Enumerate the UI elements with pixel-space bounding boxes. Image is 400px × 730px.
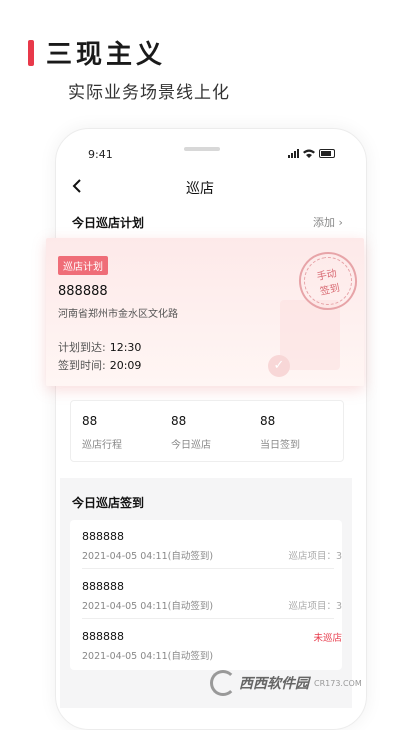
signal-icon bbox=[288, 149, 299, 158]
arrival-label: 计划到达: bbox=[58, 341, 106, 354]
signin-row-name[interactable]: 888888 bbox=[82, 530, 124, 543]
watermark-text: 西西软件园 bbox=[239, 676, 309, 692]
stat-signin-label: 当日签到 bbox=[260, 440, 300, 451]
signin-row-status: 巡店项目：3 bbox=[288, 551, 342, 562]
stat-today-value: 88 bbox=[171, 414, 187, 428]
signin-row-date: 2021-04-05 04:11(自动签到) bbox=[82, 651, 214, 662]
status-time: 9:41 bbox=[88, 148, 113, 161]
divider bbox=[82, 618, 334, 619]
promo-subtitle: 实际业务场景线上化 bbox=[68, 83, 230, 103]
signin-time: 20:09 bbox=[109, 359, 142, 372]
signin-row-name[interactable]: 888888 bbox=[82, 630, 124, 643]
signin-row-status: 巡店项目：3 bbox=[288, 601, 342, 612]
stat-signin-value: 88 bbox=[260, 414, 276, 428]
signin-row-name[interactable]: 888888 bbox=[82, 580, 124, 593]
stat-today-label: 今日巡店 bbox=[171, 440, 211, 451]
document-decoration bbox=[280, 300, 340, 370]
signin-label: 签到时间: bbox=[58, 359, 106, 372]
watermark-icon bbox=[210, 670, 236, 696]
stat-trips-value: 88 bbox=[82, 414, 98, 428]
phone-notch bbox=[184, 147, 220, 151]
add-plan-button[interactable]: 添加 › bbox=[313, 214, 343, 230]
divider bbox=[82, 568, 334, 569]
signin-section-title: 今日巡店签到 bbox=[72, 496, 145, 510]
stats-panel bbox=[70, 400, 344, 462]
plan-tag-badge: 巡店计划 bbox=[58, 256, 108, 275]
plan-arrival-row: 计划到达: 12:30 bbox=[58, 339, 141, 355]
signin-row-date: 2021-04-05 04:11(自动签到) bbox=[82, 551, 214, 562]
arrival-time: 12:30 bbox=[109, 341, 142, 354]
status-icons bbox=[288, 149, 335, 158]
promo-title: 三现主义 bbox=[46, 40, 167, 70]
wifi-icon bbox=[303, 149, 315, 158]
watermark-logo: 西西软件园 CR173.COM bbox=[210, 670, 362, 696]
plan-section-title: 今日巡店计划 bbox=[72, 216, 145, 230]
watermark-url: CR173.COM bbox=[314, 678, 362, 688]
accent-bar bbox=[28, 40, 34, 66]
plan-signin-row: 签到时间: 20:09 bbox=[58, 357, 141, 373]
check-icon: ✓ bbox=[268, 355, 290, 377]
signin-row-status: 未巡店 bbox=[313, 633, 342, 644]
plan-store-address: 河南省郑州市金水区文化路 bbox=[58, 309, 178, 320]
signin-row-date: 2021-04-05 04:11(自动签到) bbox=[82, 601, 214, 612]
stamp-text-1: 手动 bbox=[315, 268, 338, 284]
plan-store-name: 888888 bbox=[58, 284, 108, 299]
page-title: 巡店 bbox=[186, 181, 214, 197]
battery-icon bbox=[319, 149, 335, 158]
stat-trips-label: 巡店行程 bbox=[82, 440, 122, 451]
stamp-text-2: 签到 bbox=[319, 282, 341, 298]
